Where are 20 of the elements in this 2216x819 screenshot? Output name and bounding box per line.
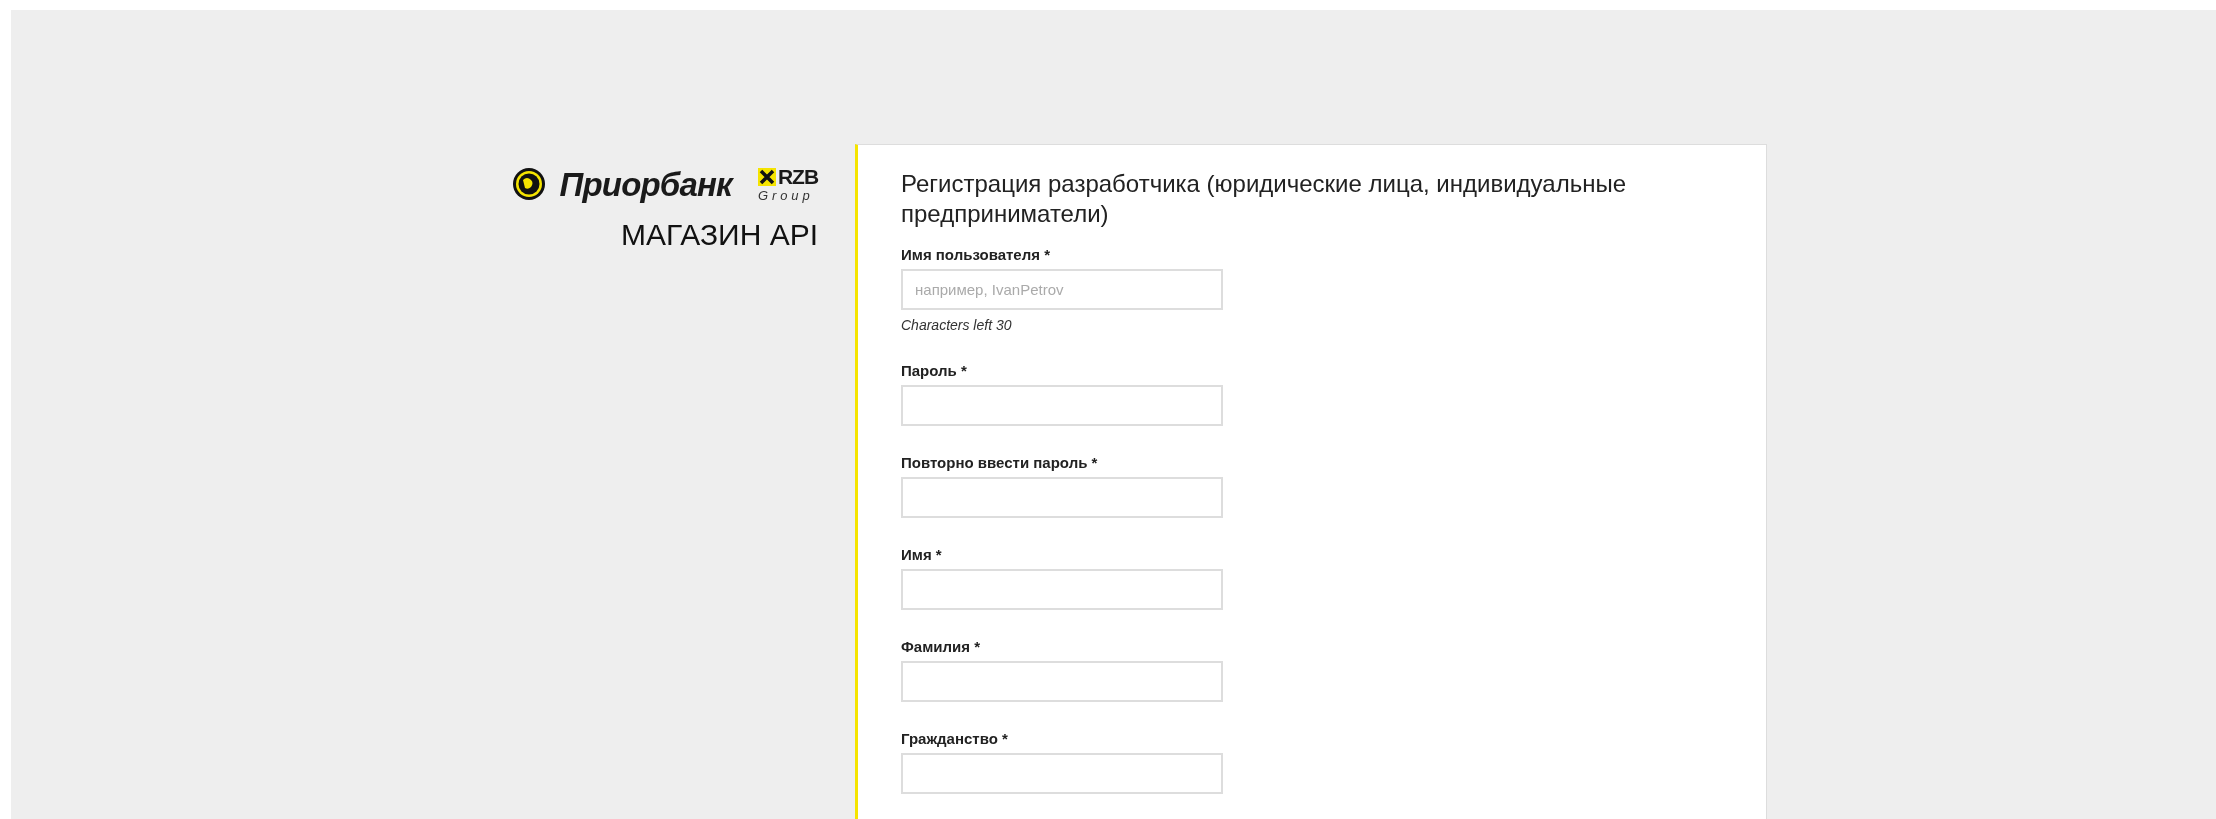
field-label: Фамилия * [901,637,981,657]
form-title: Регистрация разработчика (юридические лица, индивидуальные предприниматели) [901,169,1628,229]
input-field[interactable] [901,661,1223,702]
input-field[interactable] [901,569,1223,610]
partner-logo-subtext: Group [758,189,814,202]
bank-logo-icon [511,167,546,201]
input-field[interactable]: например, IvanPetrov [901,269,1223,310]
field-label: Пароль * [901,361,968,381]
input-field[interactable] [901,385,1223,426]
store-title: МАГАЗИН API [621,220,818,250]
partner-logo-icon [758,167,776,186]
bank-logo-text: Приорбанк [559,167,732,201]
character-counter: Characters left 30 [901,316,1013,334]
partner-logo-text: RZB [778,166,818,187]
field-label: Имя пользователя * [901,245,1051,265]
input-field[interactable] [901,477,1223,518]
field-label: Гражданство * [901,729,1009,749]
field-label: Повторно ввести пароль * [901,453,1099,473]
field-label: Имя * [901,545,943,565]
input-field[interactable] [901,753,1223,794]
